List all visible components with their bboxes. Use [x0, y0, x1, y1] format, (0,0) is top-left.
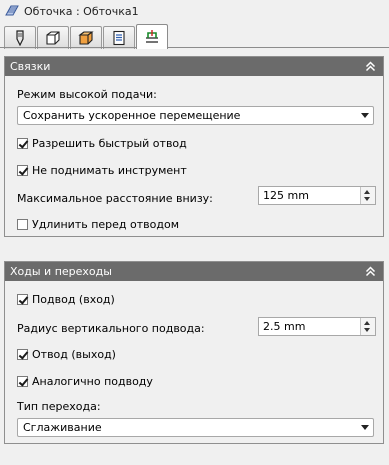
- passes-panel-header: Ходы и переходы: [5, 262, 383, 281]
- double-chevron-up-icon: [365, 61, 376, 72]
- collapse-links-button[interactable]: [364, 60, 377, 73]
- checkbox-checked-icon[interactable]: [17, 165, 28, 176]
- feature-box-icon: [78, 31, 94, 45]
- same-as-lead-in-label: Аналогично подводу: [32, 375, 153, 388]
- max-stay-down-input[interactable]: 125 mm: [258, 186, 376, 205]
- allow-rapid-retract-checkbox[interactable]: Разрешить быстрый отвод: [17, 137, 187, 150]
- lead-in-checkbox[interactable]: Подвод (вход): [17, 293, 115, 306]
- spin-down-icon[interactable]: [364, 197, 370, 201]
- parameters-list-icon: [113, 30, 125, 46]
- tab-parameters[interactable]: [103, 26, 135, 49]
- operation-icon: [5, 5, 19, 16]
- collapse-passes-button[interactable]: [364, 265, 377, 278]
- transition-type-select[interactable]: Сглаживание: [17, 418, 374, 437]
- max-stay-down-label: Максимальное расстояние внизу:: [17, 192, 213, 205]
- keep-tool-down-checkbox[interactable]: Не поднимать инструмент: [17, 164, 187, 177]
- checkbox-checked-icon[interactable]: [17, 376, 28, 387]
- checkbox-checked-icon[interactable]: [17, 349, 28, 360]
- vertical-lead-in-radius-input[interactable]: 2.5 mm: [258, 317, 376, 336]
- lengthen-before-retract-checkbox[interactable]: Удлинить перед отводом: [17, 218, 179, 231]
- vertical-lead-in-radius-label: Радиус вертикального подвода:: [17, 322, 205, 335]
- passes-panel: Ходы и переходы Подвод (вход) Радиус вер…: [4, 261, 384, 444]
- transition-type-value: Сглаживание: [23, 421, 102, 434]
- vertical-lead-in-radius-value: 2.5 mm: [263, 320, 306, 333]
- max-stay-down-value: 125 mm: [263, 189, 309, 202]
- checkbox-unchecked-icon[interactable]: [17, 219, 28, 230]
- max-stay-down-spinner[interactable]: [360, 187, 375, 204]
- spin-up-icon[interactable]: [364, 190, 370, 194]
- spin-down-icon[interactable]: [364, 328, 370, 332]
- passes-panel-title: Ходы и переходы: [10, 265, 112, 278]
- links-panel-header: Связки: [5, 57, 383, 76]
- tab-links[interactable]: [136, 24, 168, 49]
- lengthen-before-retract-label: Удлинить перед отводом: [32, 218, 180, 231]
- tab-feature[interactable]: [70, 26, 102, 49]
- spin-up-icon[interactable]: [364, 321, 370, 325]
- chevron-down-icon: [361, 425, 369, 430]
- same-as-lead-in-checkbox[interactable]: Аналогично подводу: [17, 375, 153, 388]
- tab-stock[interactable]: [37, 26, 69, 49]
- checkbox-checked-icon[interactable]: [17, 138, 28, 149]
- allow-rapid-retract-label: Разрешить быстрый отвод: [32, 137, 187, 150]
- high-feed-mode-label: Режим высокой подачи:: [17, 88, 157, 101]
- tool-icon: [16, 30, 24, 46]
- window-title: Обточка : Обточка1: [24, 4, 139, 18]
- transition-type-label: Тип перехода:: [17, 400, 101, 413]
- chevron-down-icon: [361, 113, 369, 118]
- double-chevron-up-icon: [365, 266, 376, 277]
- lead-out-label: Отвод (выход): [32, 348, 116, 361]
- links-panel-title: Связки: [10, 60, 51, 73]
- tab-divider: [0, 47, 389, 48]
- stock-box-icon: [46, 31, 60, 45]
- links-icon: [146, 30, 158, 43]
- keep-tool-down-label: Не поднимать инструмент: [32, 164, 187, 177]
- lead-in-label: Подвод (вход): [32, 293, 115, 306]
- tab-strip: [4, 24, 169, 49]
- high-feed-mode-select[interactable]: Сохранить ускоренное перемещение: [17, 106, 374, 125]
- vertical-lead-in-radius-spinner[interactable]: [360, 318, 375, 335]
- links-panel: Связки Режим высокой подачи: Сохранить у…: [4, 56, 384, 237]
- tab-tool[interactable]: [4, 26, 36, 49]
- checkbox-checked-icon[interactable]: [17, 294, 28, 305]
- window-titlebar: Обточка : Обточка1: [0, 0, 389, 22]
- lead-out-checkbox[interactable]: Отвод (выход): [17, 348, 116, 361]
- high-feed-mode-value: Сохранить ускоренное перемещение: [23, 109, 241, 122]
